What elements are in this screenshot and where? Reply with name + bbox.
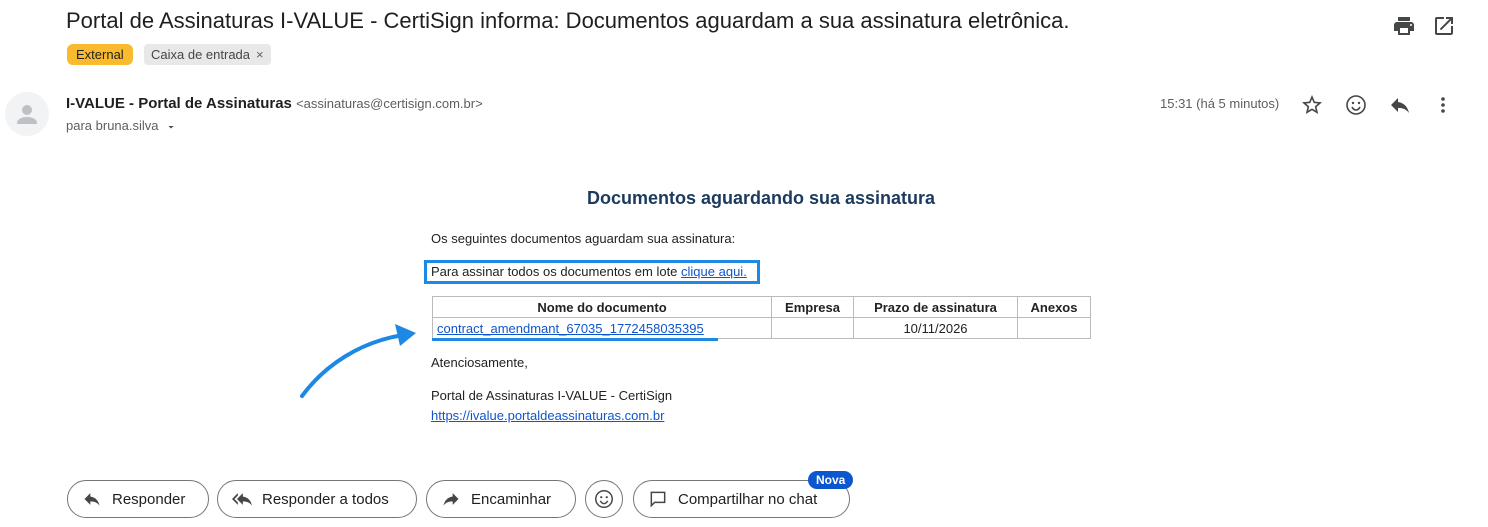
inbox-label-text: Caixa de entrada [151, 47, 251, 62]
reply-label: Responder [112, 490, 186, 508]
emoji-icon[interactable] [1344, 93, 1368, 117]
body-title: Documentos aguardando sua assinatura [586, 188, 936, 208]
annotation-arrow [300, 324, 416, 398]
company-cell [771, 317, 854, 339]
batch-line: Para assinar todos os documentos em lote… [431, 264, 747, 279]
document-highlight-underline [432, 338, 718, 341]
documents-table: Nome do documento Empresa Prazo de assin… [432, 296, 1091, 339]
forward-button[interactable]: Encaminhar [426, 480, 576, 518]
document-link[interactable]: contract_amendmant_67035_1772458035395 [437, 321, 704, 336]
header-company: Empresa [771, 296, 854, 318]
emoji-react-button[interactable] [585, 480, 623, 518]
share-in-chat-label: Compartilhar no chat [678, 490, 818, 508]
star-icon[interactable] [1300, 93, 1324, 117]
recipient-details[interactable]: para bruna.silva [66, 118, 177, 133]
sender-avatar[interactable] [5, 92, 49, 136]
avatar-person-icon [17, 105, 37, 124]
new-feature-badge: Nova [808, 471, 854, 489]
emoji-icon [595, 490, 613, 508]
print-icon[interactable] [1392, 14, 1416, 38]
chat-icon [650, 491, 666, 508]
dropdown-icon[interactable] [165, 121, 177, 133]
intro-text: Os seguintes documentos aguardam sua ass… [431, 231, 736, 246]
portal-link[interactable]: https://ivalue.portaldeassinaturas.com.b… [431, 408, 664, 423]
email-subject: Portal de Assinaturas I-VALUE - CertiSig… [66, 8, 1070, 33]
deadline-cell: 10/11/2026 [853, 317, 1018, 339]
more-vert-icon[interactable] [1431, 93, 1455, 117]
forward-label: Encaminhar [471, 490, 552, 508]
reply-icon [84, 493, 100, 506]
signature-text: Portal de Assinaturas I-VALUE - CertiSig… [431, 388, 673, 403]
document-name-cell: contract_amendmant_67035_1772458035395 [432, 317, 772, 339]
open-in-new-icon[interactable] [1432, 14, 1456, 38]
reply-all-icon [232, 493, 252, 506]
reply-all-button[interactable]: Responder a todos [217, 480, 417, 518]
sender-name[interactable]: I-VALUE - Portal de Assinaturas [66, 95, 292, 112]
table-header-row: Nome do documento Empresa Prazo de assin… [432, 296, 1091, 318]
header-document-name: Nome do documento [432, 296, 772, 318]
external-label: External [67, 44, 133, 65]
reply-icon[interactable] [1388, 93, 1412, 117]
sender-email: <assinaturas@certisign.com.br> [296, 96, 483, 111]
portal-link-line: https://ivalue.portaldeassinaturas.com.b… [431, 408, 664, 423]
header-deadline: Prazo de assinatura [853, 296, 1018, 318]
reply-all-label: Responder a todos [262, 490, 389, 508]
header-attachments: Anexos [1017, 296, 1091, 318]
attachments-cell [1017, 317, 1091, 339]
reply-button[interactable]: Responder [67, 480, 209, 518]
batch-text: Para assinar todos os documentos em lote [431, 264, 682, 279]
remove-label-icon[interactable]: × [256, 47, 264, 62]
forward-icon [443, 493, 459, 506]
sender-line: I-VALUE - Portal de Assinaturas <assinat… [66, 95, 483, 112]
inbox-label[interactable]: Caixa de entrada × [144, 44, 271, 65]
email-time: 15:31 (há 5 minutos) [1160, 96, 1280, 111]
recipient-text: para bruna.silva [66, 118, 159, 133]
closing-text: Atenciosamente, [431, 355, 528, 370]
batch-sign-link[interactable]: clique aqui. [681, 264, 747, 279]
table-row: contract_amendmant_67035_1772458035395 1… [432, 317, 1091, 339]
